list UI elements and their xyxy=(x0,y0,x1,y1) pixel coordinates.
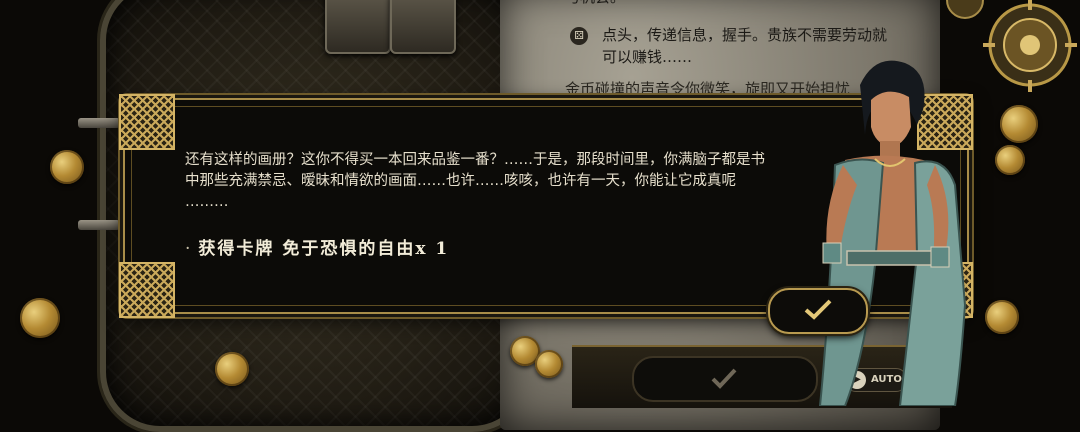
gold-coin-icon xyxy=(50,150,84,184)
deck-card-back xyxy=(390,0,456,54)
gold-coin-icon xyxy=(535,350,563,378)
dialog-body-text: 还有这样的画册？这你不得买一本回来品鉴一番？……于是，那段时间里，你满脑子都是书… xyxy=(185,150,785,213)
story-option-line1[interactable]: 点头，传递信息，握手。贵族不需要劳动就 xyxy=(602,24,887,46)
dialog-corner-ornament xyxy=(119,262,175,318)
board-rail-bottom xyxy=(78,220,120,230)
dialog-line: ……… xyxy=(185,194,229,210)
checkmark-icon xyxy=(711,368,737,389)
gold-coin-icon xyxy=(995,145,1025,175)
board-rail-top xyxy=(78,118,120,128)
reward-text: 获得卡牌 免于恐惧的自由x 1 xyxy=(198,239,450,259)
dialog-line: 中那些充满禁忌、暧昧和情欲的画面……也许……咳咳，也许有一天，你能让它成真呢 xyxy=(185,173,736,189)
gold-coin-icon xyxy=(215,352,249,386)
character-portrait xyxy=(818,60,967,406)
continue-button[interactable] xyxy=(632,356,818,402)
reward-line: · 获得卡牌 免于恐惧的自由x 1 xyxy=(185,234,449,259)
parchment-text: 与机会。 xyxy=(565,0,625,8)
story-option-line2[interactable]: 可以赚钱…… xyxy=(602,46,692,68)
dialog-corner-ornament xyxy=(119,94,175,150)
dialog-line: 还有这样的画册？这你不得买一本回来品鉴一番？……于是，那段时间里，你满脑子都是书 xyxy=(185,152,765,168)
dice-icon: ⚄ xyxy=(570,27,588,45)
gold-coin-icon xyxy=(1000,105,1038,143)
confirm-button[interactable] xyxy=(768,288,868,334)
checkmark-icon xyxy=(804,299,832,320)
gold-coin-icon xyxy=(20,298,60,338)
reward-bullet: · xyxy=(185,239,193,259)
deck-card-back xyxy=(325,0,391,54)
gold-coin-icon xyxy=(985,300,1019,334)
